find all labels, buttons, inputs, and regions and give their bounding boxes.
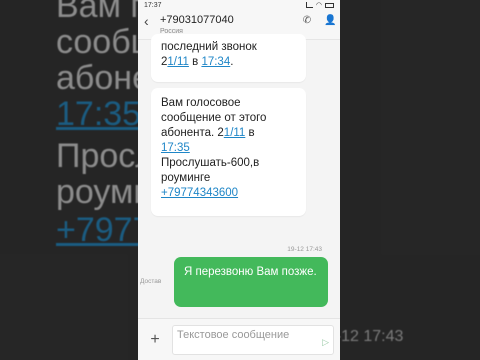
attach-plus-icon[interactable]: + [144, 331, 166, 349]
signal-icon [305, 2, 313, 8]
phone-screen: 17:37 ◠ ‹ +79031077040 Россия ✆ 👤 послед… [138, 0, 340, 360]
time-link[interactable]: 17:35 [161, 142, 190, 154]
message-text-line: последний звонок [161, 41, 257, 53]
message-list[interactable]: последний звонок 21/11 в 17:34. Вам голо… [138, 34, 340, 318]
contact-number: +79031077040 [160, 14, 234, 26]
wifi-icon: ◠ [315, 2, 322, 9]
text-fragment: абонента. 2 [161, 127, 224, 139]
bg-dim-overlay [328, 0, 480, 360]
screenshot-stage: Вам голо сообще абонен 17:35 Прослу роум… [0, 0, 480, 360]
bg-dim-overlay [0, 0, 148, 360]
message-text-line: роуминге [161, 172, 211, 184]
background-right: 19-12 17:43 [328, 0, 480, 360]
text-fragment: в [188, 56, 202, 68]
title-wrap: +79031077040 Россия [160, 14, 302, 36]
message-input[interactable]: Текстовое сообщение ▷ [172, 324, 334, 355]
incoming-message: Вам голосовое сообщение от этого абонент… [151, 88, 306, 216]
message-timestamp: 19-12 17:43 [287, 246, 322, 253]
text-fragment: . [230, 56, 234, 68]
incoming-message: последний звонок 21/11 в 17:34. [151, 34, 306, 82]
call-icon[interactable]: ✆ [302, 15, 312, 27]
battery-icon [325, 2, 334, 8]
message-input-placeholder: Текстовое сообщение [177, 328, 290, 341]
back-arrow-icon[interactable]: ‹ [144, 14, 158, 28]
contact-icon[interactable]: 👤 [324, 15, 336, 27]
message-text-line: Вам голосовое [161, 97, 241, 109]
header-actions: ✆ 👤 [302, 14, 337, 27]
status-bar: 17:37 ◠ [138, 0, 340, 10]
outgoing-message: Я перезвоню Вам позже. [174, 257, 328, 307]
message-text-line: 21/11 в 17:34. [161, 55, 296, 70]
status-time: 17:37 [144, 1, 162, 9]
message-text-line: +79774343600 [161, 186, 296, 201]
message-text-line: сообщение от этого [161, 112, 267, 124]
message-text-line: абонента. 21/11 в [161, 126, 296, 141]
phone-link[interactable]: +79774343600 [161, 187, 238, 199]
text-fragment: в [245, 127, 255, 139]
send-icon[interactable]: ▷ [322, 336, 329, 349]
background-left: Вам голо сообще абонен 17:35 Прослу роум… [0, 0, 148, 360]
message-text-line: 17:35 [161, 141, 296, 156]
message-text-line: Прослушать-600,в [161, 157, 260, 169]
message-composer: + Текстовое сообщение ▷ [138, 318, 340, 360]
date-link[interactable]: 1/11 [224, 127, 246, 139]
date-link[interactable]: 1/11 [167, 56, 189, 68]
delivered-status: Достав [140, 278, 162, 285]
status-icons: ◠ [305, 1, 334, 9]
time-link[interactable]: 17:34 [201, 56, 230, 68]
